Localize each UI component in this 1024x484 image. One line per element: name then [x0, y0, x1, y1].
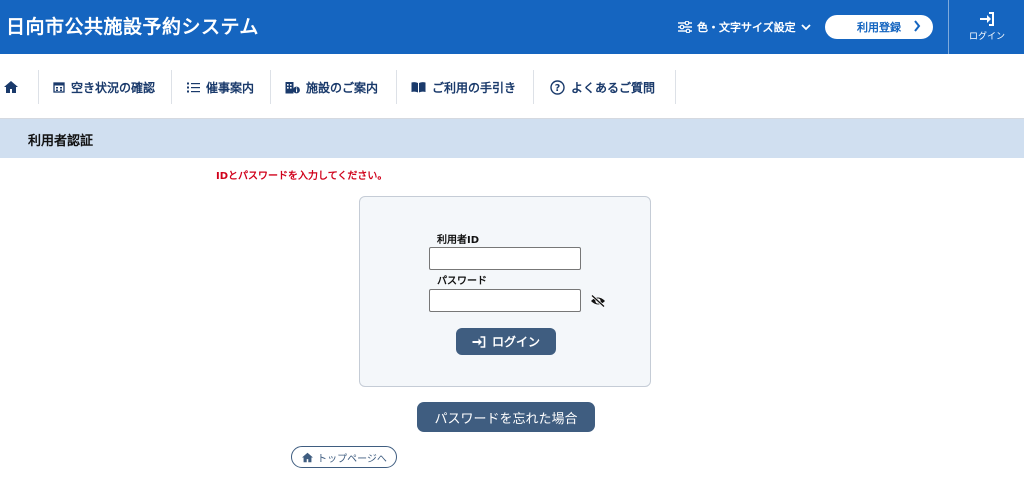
- nav-facility-guide[interactable]: 施設のご案内: [285, 70, 378, 104]
- nav-faq[interactable]: ? よくあるご質問: [550, 70, 655, 104]
- eye-slash-icon[interactable]: [590, 294, 606, 308]
- sliders-icon: [678, 21, 692, 33]
- sign-in-icon: [980, 12, 994, 26]
- nav-home[interactable]: [3, 70, 19, 104]
- login-button[interactable]: ログイン: [456, 328, 556, 355]
- nav-separator: [533, 70, 534, 104]
- nav-faq-label: よくあるご質問: [571, 80, 656, 95]
- site-header: 日向市公共施設予約システム 色・文字サイズ設定 利用登録 ログイン: [0, 0, 1024, 54]
- nav-facility-label: 施設のご案内: [306, 80, 379, 95]
- nav-separator: [675, 70, 676, 104]
- nav-availability-label: 空き状況の確認: [71, 80, 156, 95]
- register-button[interactable]: 利用登録: [825, 15, 933, 39]
- nav-separator: [38, 70, 39, 104]
- header-login-label: ログイン: [968, 32, 1005, 42]
- password-label: パスワード: [437, 276, 487, 287]
- nav-usage-guide[interactable]: ご利用の手引き: [411, 70, 516, 104]
- question-icon: ?: [550, 79, 565, 95]
- instruction-message: IDとパスワードを入力してください。: [216, 171, 388, 182]
- home-icon: [302, 452, 314, 462]
- color-text-size-setting[interactable]: 色・文字サイズ設定: [678, 19, 811, 35]
- header-divider: [948, 0, 949, 54]
- nav-events-label: 催事案内: [206, 80, 255, 95]
- section-header: 利用者認証: [0, 119, 1024, 158]
- site-title: 日向市公共施設予約システム: [6, 16, 259, 38]
- sign-in-icon: [472, 335, 486, 348]
- main-nav: 空き状況の確認 催事案内 施設のご案内 ご利用の手引き ? よくあるご質問: [0, 54, 1024, 119]
- login-button-label: ログイン: [491, 335, 540, 349]
- chevron-down-icon: [801, 24, 811, 31]
- nav-separator: [171, 70, 172, 104]
- home-icon: [4, 81, 18, 93]
- book-icon: [411, 82, 426, 93]
- header-login-button[interactable]: ログイン: [950, 0, 1024, 54]
- nav-separator: [396, 70, 397, 104]
- calendar-icon: [53, 82, 65, 93]
- page-title: 利用者認証: [28, 134, 94, 149]
- list-icon: [187, 82, 200, 92]
- top-page-label: トップページへ: [317, 453, 387, 465]
- register-label: 利用登録: [857, 21, 901, 34]
- chevron-right-icon: [914, 20, 921, 32]
- nav-events[interactable]: 催事案内: [187, 70, 254, 104]
- color-setting-label: 色・文字サイズ設定: [697, 21, 796, 34]
- nav-usage-label: ご利用の手引き: [432, 80, 517, 95]
- nav-separator: [270, 70, 271, 104]
- forgot-password-button[interactable]: パスワードを忘れた場合: [417, 402, 595, 432]
- user-id-input[interactable]: [429, 247, 581, 270]
- nav-availability[interactable]: 空き状況の確認: [53, 70, 155, 104]
- password-input[interactable]: [429, 289, 581, 312]
- building-info-icon: [285, 81, 300, 93]
- top-page-link[interactable]: トップページへ: [291, 446, 397, 468]
- svg-text:?: ?: [555, 83, 561, 94]
- user-id-label: 利用者ID: [437, 235, 480, 246]
